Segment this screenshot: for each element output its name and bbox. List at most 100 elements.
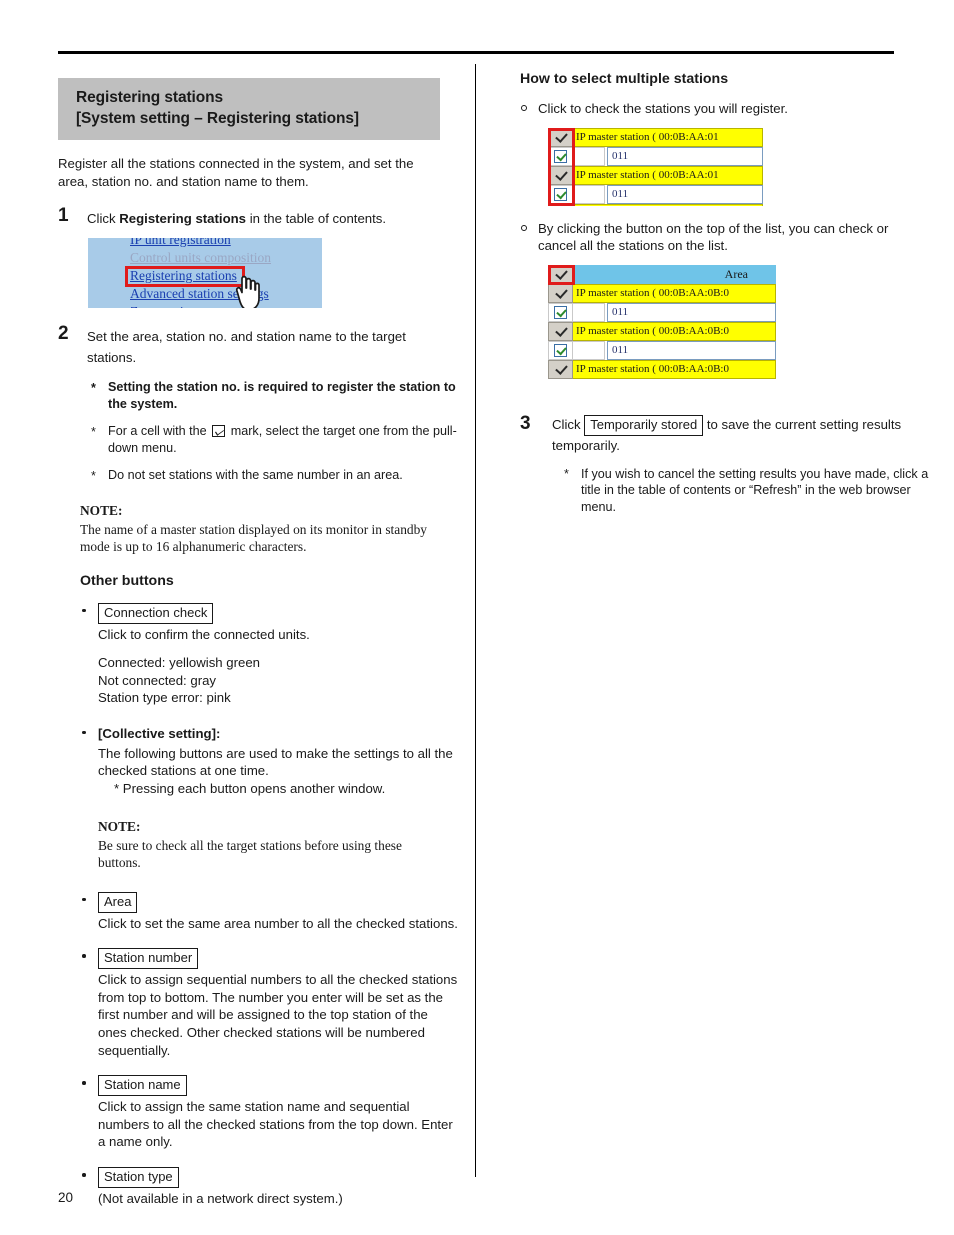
select-all-checkbox-cell[interactable]	[548, 264, 573, 284]
row-checkbox-cell[interactable]	[548, 302, 573, 322]
note-1-title: NOTE:	[80, 502, 123, 518]
circle-bullet-icon	[521, 105, 527, 111]
legend-station-type-error: Station type error: pink	[98, 690, 231, 706]
bullet-area: Area Click to set the same area number t…	[82, 891, 460, 933]
toc-highlight-box	[125, 266, 245, 287]
collective-setting-description: The following buttons are used to make t…	[98, 745, 453, 779]
row-checkbox-cell[interactable]	[548, 340, 573, 360]
step-1-text-before: Click	[87, 211, 120, 226]
checkmark-icon	[555, 325, 567, 337]
section-title-line2: [System setting – Registering stations]	[76, 110, 359, 127]
table-header-row[interactable]: Area	[548, 264, 776, 284]
row-checkbox-cell[interactable]	[548, 146, 573, 166]
station-name-cell: IP master station ( 00:0B:AA:01	[573, 127, 763, 147]
note-1-body: The name of a master station displayed o…	[80, 521, 427, 555]
asterisk-mark: *	[91, 425, 96, 439]
table-row[interactable]: 011	[548, 146, 763, 166]
area-description: Click to set the same area number to all…	[98, 915, 458, 931]
checkbox-checked-icon	[554, 187, 567, 201]
station-type-description: (Not available in a network direct syste…	[98, 1191, 343, 1206]
intro-paragraph: Register all the stations connected in t…	[58, 156, 414, 189]
step-2-note-3-text: Do not set stations with the same number…	[108, 468, 403, 482]
row-checkbox-cell[interactable]	[548, 184, 573, 204]
toc-item-control-units-composition[interactable]: Control units composition	[130, 250, 271, 266]
hand-pointer-cursor-icon	[228, 272, 262, 308]
row-checkbox-cell[interactable]	[548, 321, 573, 341]
toc-item-ip-unit-registration[interactable]: IP unit registration	[130, 238, 231, 248]
row-checkbox-cell[interactable]	[548, 283, 573, 303]
checkmark-icon	[555, 363, 567, 375]
station-number-description: Click to assign sequential numbers to al…	[98, 972, 458, 1058]
station-name-cell: IP master station ( 00:0B:AA:01	[573, 203, 763, 206]
right-bullet-2: By clicking the button on the top of the…	[520, 220, 908, 255]
table-row[interactable]: IP master station ( 00:0B:AA:01	[548, 165, 763, 185]
step-2-note-3: * Do not set stations with the same numb…	[87, 467, 458, 484]
table-row[interactable]: 011	[548, 302, 776, 322]
toc-item-zone-settings[interactable]: Zone settings	[130, 304, 202, 308]
step-2-note-1: * Setting the station no. is required to…	[87, 379, 458, 412]
column-divider	[475, 64, 476, 1177]
connection-check-button[interactable]: Connection check	[98, 602, 214, 624]
blank-cell	[573, 340, 605, 360]
table-row[interactable]: IP master station ( 00:0B:AA:0B:0	[548, 321, 776, 341]
note-2-body: Be sure to check all the target stations…	[98, 837, 402, 871]
table-row[interactable]: IP master station ( 00:0B:AA:0B:0	[548, 359, 776, 379]
checkmark-icon	[555, 268, 567, 280]
row-checkbox-cell[interactable]	[548, 359, 573, 379]
toc-screenshot: IP unit registration Control units compo…	[88, 238, 322, 308]
row-checkbox-cell[interactable]	[548, 203, 573, 206]
area-button[interactable]: Area	[98, 891, 138, 913]
station-name-cell: IP master station ( 00:0B:AA:0B:0	[573, 359, 776, 379]
row-checkbox-cell[interactable]	[548, 165, 573, 185]
checkmark-icon	[555, 287, 567, 299]
station-number-button[interactable]: Station number	[98, 948, 199, 970]
step-3-text: Click Temporarily stored to save the cur…	[552, 414, 932, 455]
document-page: Registering stations [System setting – R…	[0, 0, 954, 1235]
checkmark-icon	[555, 131, 567, 143]
bullet-dot	[82, 730, 86, 735]
section-title-banner: Registering stations [System setting – R…	[58, 78, 440, 140]
checkbox-checked-icon	[554, 343, 567, 357]
station-number-input[interactable]: 011	[607, 184, 763, 204]
asterisk-mark: *	[564, 466, 569, 481]
station-name-button[interactable]: Station name	[98, 1075, 187, 1097]
table-row[interactable]: IP master station ( 00:0B:AA:01	[548, 127, 763, 147]
bullet-dot	[82, 1173, 86, 1177]
table-row[interactable]: IP master station ( 00:0B:AA:0B:0	[548, 283, 776, 303]
right-heading: How to select multiple stations	[520, 71, 729, 87]
station-list-screenshot-2: Area IP master station ( 00:0B:AA:0B:0 0…	[548, 264, 776, 387]
table-row[interactable]: 011	[548, 184, 763, 204]
row-checkbox-cell[interactable]	[548, 127, 573, 147]
station-name-description: Click to assign the same station name an…	[98, 1099, 453, 1150]
step-3-text-before: Click	[552, 416, 585, 432]
station-number-input[interactable]: 011	[607, 302, 776, 322]
station-number-input[interactable]: 011	[607, 340, 776, 360]
table-row[interactable]: IP master station ( 00:0B:AA:01	[548, 203, 763, 206]
blank-cell	[573, 146, 605, 166]
checkbox-checked-icon	[554, 305, 567, 319]
column-header-area: Area	[605, 264, 776, 284]
station-name-cell: IP master station ( 00:0B:AA:0B:0	[573, 321, 776, 341]
step-1-text-bold: Registering stations	[119, 211, 247, 226]
collective-setting-subnote: * Pressing each button opens another win…	[114, 781, 386, 797]
dropdown-mark-icon	[212, 425, 226, 437]
page-number: 20	[58, 1190, 74, 1205]
bullet-dot	[82, 608, 86, 612]
note-2-title: NOTE:	[98, 818, 141, 834]
asterisk-mark: *	[91, 469, 96, 483]
connection-check-description: Click to confirm the connected units.	[98, 626, 310, 642]
station-number-input[interactable]: 011	[607, 146, 763, 166]
step-3: 3 Click Temporarily stored to save the c…	[520, 413, 932, 516]
station-type-button[interactable]: Station type	[98, 1167, 179, 1188]
legend-connected: Connected: yellowish green	[98, 655, 261, 671]
step-3-note-text: If you wish to cancel the setting result…	[581, 466, 929, 514]
section-title-line1: Registering stations	[76, 89, 223, 106]
table-row[interactable]: 011	[548, 340, 776, 360]
bullet-dot	[82, 897, 86, 902]
temporarily-stored-button[interactable]: Temporarily stored	[584, 414, 704, 436]
step-1: 1 Click Registering stations in the tabl…	[58, 206, 458, 229]
bullet-connection-check: Connection check Click to confirm the co…	[82, 602, 460, 707]
other-buttons-heading: Other buttons	[80, 572, 174, 589]
collective-setting-label: [Collective setting]:	[98, 725, 221, 741]
note-block-2: NOTE: Be sure to check all the target st…	[98, 818, 443, 872]
